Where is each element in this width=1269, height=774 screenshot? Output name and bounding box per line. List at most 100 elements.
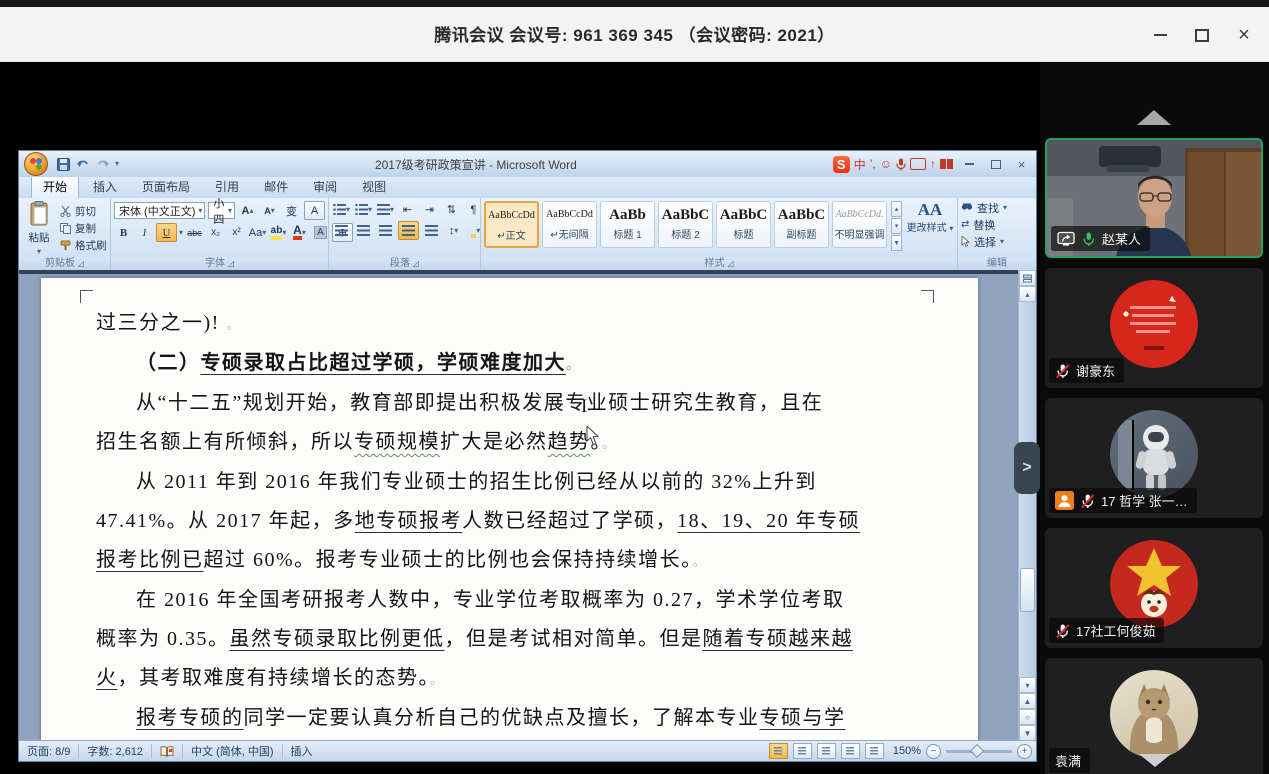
gallery-up-icon[interactable]: ▴	[891, 201, 902, 217]
status-language[interactable]: 中文 (简体, 中国)	[183, 744, 283, 758]
ime-up-icon[interactable]: ↑	[930, 157, 936, 171]
view-fullscreen-icon[interactable]	[793, 743, 812, 759]
change-styles-button[interactable]: AA 更改样式 ▾	[906, 201, 954, 234]
word-close-icon[interactable]: ×	[1013, 157, 1030, 172]
scroll-down-icon[interactable]: ▾	[1019, 677, 1036, 693]
view-web-layout-icon[interactable]	[817, 743, 836, 759]
document-page[interactable]: 过三分之一)! 。（二）专硕录取占比超过学硕，学硕难度加大。从“十二五”规划开始…	[41, 278, 978, 741]
ruler-toggle-icon[interactable]	[1019, 270, 1036, 286]
copy-button[interactable]: 复制	[60, 221, 107, 236]
group-label-font[interactable]: 字体 ◿	[111, 257, 328, 270]
word-minimize-icon[interactable]	[961, 157, 978, 172]
format-painter-button[interactable]: 格式刷	[60, 238, 107, 253]
document-text[interactable]: 过三分之一)! 。（二）专硕录取占比超过学硕，学硕难度加大。从“十二五”规划开始…	[96, 304, 936, 741]
pinyin-guide-button[interactable]: 变	[282, 202, 301, 219]
close-icon[interactable]: ×	[1235, 26, 1253, 44]
line-spacing-button[interactable]: ↕▾	[444, 222, 463, 239]
participant-tile-4[interactable]: 17社工何俊茹	[1045, 528, 1263, 648]
select-button[interactable]: 选择▾	[961, 234, 1033, 249]
group-label-paragraph[interactable]: 段落 ◿	[329, 257, 480, 270]
superscript-button[interactable]: x²	[227, 224, 246, 241]
style-item-3[interactable]: AaBb标题 1	[600, 201, 655, 248]
ribbon-tab-2[interactable]: 插入	[82, 176, 128, 198]
grow-font-button[interactable]: A▴	[238, 202, 257, 219]
sort-button[interactable]: ⇅	[442, 201, 461, 218]
zoom-level[interactable]: 150%	[893, 745, 921, 757]
character-border-button[interactable]: A	[304, 201, 325, 220]
align-right-button[interactable]	[376, 222, 395, 239]
gallery-down-icon[interactable]: ▾	[891, 218, 902, 234]
view-draft-icon[interactable]	[865, 743, 884, 759]
distribute-button[interactable]	[422, 222, 441, 239]
zoom-slider[interactable]	[946, 750, 1012, 753]
italic-button[interactable]: I	[135, 224, 154, 241]
ime-keyboard-icon[interactable]	[910, 158, 926, 170]
ribbon-tab-5[interactable]: 邮件	[253, 176, 299, 198]
scroll-up-icon[interactable]: ▴	[1019, 286, 1036, 302]
replace-button[interactable]: ⇄ 替换	[961, 217, 1033, 232]
panel-collapse-icon[interactable]	[1137, 110, 1171, 125]
ime-toolbox-icon[interactable]	[940, 159, 953, 169]
ribbon-tab-1[interactable]: 开始	[31, 175, 79, 198]
shrink-font-button[interactable]: A▾	[260, 202, 279, 219]
redo-icon[interactable]	[95, 156, 111, 172]
subscript-button[interactable]: x₂	[206, 224, 225, 241]
status-insert-mode[interactable]: 插入	[283, 744, 321, 758]
paste-button[interactable]: 粘贴▾	[22, 201, 56, 257]
align-left-button[interactable]	[332, 222, 351, 239]
zoom-in-icon[interactable]: +	[1017, 744, 1032, 759]
zoom-out-icon[interactable]: −	[926, 744, 941, 759]
increase-indent-button[interactable]: ⇥	[420, 201, 439, 218]
style-item-7[interactable]: AaBbCcDd.不明显强调	[832, 201, 887, 248]
text-highlight-button[interactable]: ab▾	[269, 224, 288, 241]
find-button[interactable]: 查找▾	[961, 200, 1033, 215]
ime-mic-icon[interactable]	[896, 158, 906, 171]
view-outline-icon[interactable]	[841, 743, 860, 759]
group-label-styles[interactable]: 样式 ◿	[481, 257, 957, 270]
strikethrough-button[interactable]: abc	[185, 224, 204, 241]
decrease-indent-button[interactable]: ⇤	[398, 201, 417, 218]
multilevel-list-button[interactable]: ▾	[376, 201, 395, 218]
minimize-icon[interactable]	[1151, 26, 1169, 44]
bullets-button[interactable]: ▾	[332, 201, 351, 218]
panel-scroll-down-icon[interactable]	[1139, 754, 1171, 767]
character-shading-button[interactable]: A	[311, 224, 330, 241]
zoom-slider-handle[interactable]	[970, 743, 984, 757]
participant-tile-1[interactable]: 赵某人	[1045, 138, 1263, 258]
style-item-4[interactable]: AaBbC标题 2	[658, 201, 713, 248]
previous-page-icon[interactable]: ▲	[1019, 693, 1036, 709]
status-proofing[interactable]	[152, 744, 183, 758]
ribbon-tab-7[interactable]: 视图	[351, 176, 397, 198]
view-print-layout-icon[interactable]	[769, 743, 788, 759]
office-button-icon[interactable]	[24, 152, 48, 176]
participant-tile-2[interactable]: 谢豪东	[1045, 268, 1263, 388]
justify-button[interactable]	[398, 221, 419, 240]
group-label-clipboard[interactable]: 剪贴板 ◿	[19, 257, 110, 270]
undo-icon[interactable]	[75, 156, 91, 172]
status-page[interactable]: 页面: 8/9	[19, 744, 79, 758]
style-item-5[interactable]: AaBbC标题	[716, 201, 771, 248]
word-restore-icon[interactable]	[987, 157, 1004, 172]
numbering-button[interactable]: ▾	[354, 201, 373, 218]
save-icon[interactable]	[55, 156, 71, 172]
gallery-more-icon[interactable]: ▼	[891, 235, 902, 251]
ribbon-tab-6[interactable]: 审阅	[302, 176, 348, 198]
align-center-button[interactable]	[354, 222, 373, 239]
font-name-combo[interactable]: 宋体 (中文正文)▾	[114, 202, 205, 219]
style-item-2[interactable]: AaBbCcDd↵无间隔	[542, 201, 597, 248]
ribbon-tab-3[interactable]: 页面布局	[131, 176, 201, 198]
ime-logo-icon[interactable]: S	[833, 156, 850, 173]
font-size-combo[interactable]: 小四▾	[208, 202, 235, 219]
panel-expand-button[interactable]: >	[1014, 442, 1040, 494]
bold-button[interactable]: B	[114, 224, 133, 241]
participant-tile-3[interactable]: 17 哲学 张一…	[1045, 398, 1263, 518]
status-wordcount[interactable]: 字数: 2,612	[79, 744, 152, 758]
ime-punct-icon[interactable]: ’,	[870, 157, 876, 171]
font-color-button[interactable]: A▾	[290, 224, 309, 241]
ime-mode-icon[interactable]: 中	[854, 156, 866, 173]
underline-button[interactable]: U	[156, 223, 177, 242]
style-item-6[interactable]: AaBbC副标题	[774, 201, 829, 248]
maximize-icon[interactable]	[1193, 26, 1211, 44]
style-item-1[interactable]: AaBbCcDd↵正文	[484, 201, 539, 248]
ime-emoji-icon[interactable]: ☺	[880, 157, 892, 171]
